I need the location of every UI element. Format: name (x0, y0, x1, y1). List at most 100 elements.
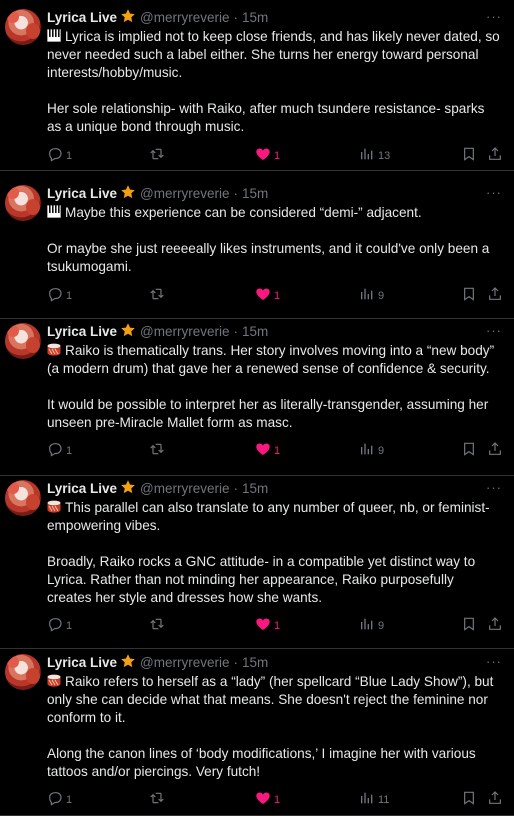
reply-icon (47, 441, 63, 460)
views-button[interactable]: 9 (359, 616, 384, 635)
reply-button[interactable]: 1 (47, 441, 72, 460)
author-name[interactable]: Lyrica Live (47, 324, 117, 339)
author-name[interactable]: Lyrica Live (47, 186, 117, 201)
more-icon[interactable]: ··· (486, 9, 502, 24)
retweet-icon (149, 286, 165, 305)
star-icon (117, 184, 140, 203)
tweet-paragraph: Raiko is thematically trans. Her story i… (47, 343, 495, 376)
avatar[interactable] (5, 654, 41, 690)
reply-button[interactable]: 1 (47, 616, 72, 635)
author-handle[interactable]: @merryreverie (140, 324, 229, 339)
separator: · (233, 654, 239, 670)
author-name[interactable]: Lyrica Live (47, 655, 117, 670)
like-button[interactable]: 1 (255, 286, 280, 305)
reply-button[interactable]: 1 (47, 790, 72, 809)
tweet[interactable]: Lyrica Live @merryreverie · 15m Raiko refers… (0, 649, 514, 816)
reply-count: 1 (66, 444, 73, 457)
more-icon[interactable]: ··· (486, 323, 502, 338)
tweet-text: Lyrica is implied not to keep close frie… (47, 28, 500, 136)
tweet[interactable]: Lyrica Live @merryreverie · 15m Raiko is the… (0, 319, 514, 476)
reply-button[interactable]: 1 (47, 146, 72, 165)
tweet[interactable]: Lyrica Live @merryreverie · 15m Maybe this e… (0, 171, 514, 319)
views-button[interactable]: 11 (359, 790, 389, 809)
tweet-actions: 1 1 9 (47, 441, 502, 461)
more-icon[interactable]: ··· (486, 654, 502, 669)
timestamp[interactable]: 15m (242, 186, 268, 201)
tweet-paragraph: Along the canon lines of ‘body modificat… (47, 746, 476, 779)
more-icon[interactable]: ··· (486, 480, 502, 495)
bookmark-icon (461, 286, 477, 305)
timestamp[interactable]: 15m (242, 324, 268, 339)
like-button[interactable]: 1 (255, 790, 280, 809)
views-count: 11 (378, 793, 390, 806)
heart-icon (255, 616, 271, 635)
like-button[interactable]: 1 (255, 441, 280, 460)
tweet[interactable]: Lyrica Live @merryreverie · 15m Lyrica is im… (0, 0, 514, 171)
like-count: 1 (274, 444, 281, 457)
separator: · (233, 185, 239, 201)
share-icon (487, 790, 503, 809)
timestamp[interactable]: 15m (242, 655, 268, 670)
tweet-paragraph: Or maybe she just reeeeally likes instru… (47, 241, 490, 274)
share-button[interactable] (487, 146, 503, 165)
retweet-button[interactable] (149, 146, 165, 165)
share-button[interactable] (487, 441, 503, 460)
heart-icon (255, 146, 271, 165)
share-button[interactable] (487, 616, 503, 635)
bookmark-button[interactable] (461, 790, 477, 809)
tweet-paragraph: Lyrica is implied not to keep close frie… (47, 29, 500, 80)
author-handle[interactable]: @merryreverie (140, 10, 229, 25)
tweet-header: Lyrica Live @merryreverie · 15m (47, 6, 500, 28)
drum-icon (47, 500, 65, 515)
separator: · (233, 9, 239, 25)
author-name[interactable]: Lyrica Live (47, 10, 117, 25)
more-icon[interactable]: ··· (486, 185, 502, 200)
bookmark-button[interactable] (461, 441, 477, 460)
bookmark-button[interactable] (461, 616, 477, 635)
avatar[interactable] (5, 323, 41, 359)
bookmark-button[interactable] (461, 286, 477, 305)
retweet-button[interactable] (149, 286, 165, 305)
author-handle[interactable]: @merryreverie (140, 481, 229, 496)
retweet-button[interactable] (149, 616, 165, 635)
tweet-actions: 1 1 13 (47, 146, 502, 166)
star-icon (117, 653, 140, 672)
author-handle[interactable]: @merryreverie (140, 655, 229, 670)
author-name[interactable]: Lyrica Live (47, 481, 117, 496)
like-count: 1 (274, 149, 281, 162)
tweet-paragraph: Maybe this experience can be considered … (47, 204, 500, 222)
reply-button[interactable]: 1 (47, 286, 72, 305)
star-icon (117, 322, 140, 341)
retweet-icon (149, 146, 165, 165)
views-button[interactable]: 13 (359, 146, 390, 165)
tweet[interactable]: Lyrica Live @merryreverie · 15m This paralle… (0, 476, 514, 649)
avatar[interactable] (5, 185, 41, 221)
tweet-header: Lyrica Live @merryreverie · 15m (47, 651, 500, 673)
tweet-actions: 1 1 11 (47, 790, 502, 810)
heart-icon (255, 441, 271, 460)
avatar[interactable] (5, 9, 41, 45)
bookmark-button[interactable] (461, 146, 477, 165)
reply-count: 1 (66, 289, 73, 302)
like-button[interactable]: 1 (255, 616, 280, 635)
share-icon (487, 286, 503, 305)
star-icon (117, 8, 140, 27)
avatar[interactable] (5, 480, 41, 516)
views-button[interactable]: 9 (359, 441, 384, 460)
like-count: 1 (274, 289, 281, 302)
share-button[interactable] (487, 286, 503, 305)
share-button[interactable] (487, 790, 503, 809)
author-handle[interactable]: @merryreverie (140, 186, 229, 201)
tweet-paragraph: This parallel can also translate to any … (47, 500, 490, 533)
reply-icon (47, 790, 63, 809)
views-count: 9 (378, 289, 385, 302)
views-icon (359, 146, 375, 165)
like-button[interactable]: 1 (255, 146, 280, 165)
views-button[interactable]: 9 (359, 286, 384, 305)
timestamp[interactable]: 15m (242, 481, 268, 496)
retweet-button[interactable] (149, 790, 165, 809)
retweet-button[interactable] (149, 441, 165, 460)
timestamp[interactable]: 15m (242, 10, 268, 25)
retweet-icon (149, 616, 165, 635)
retweet-icon (149, 441, 165, 460)
